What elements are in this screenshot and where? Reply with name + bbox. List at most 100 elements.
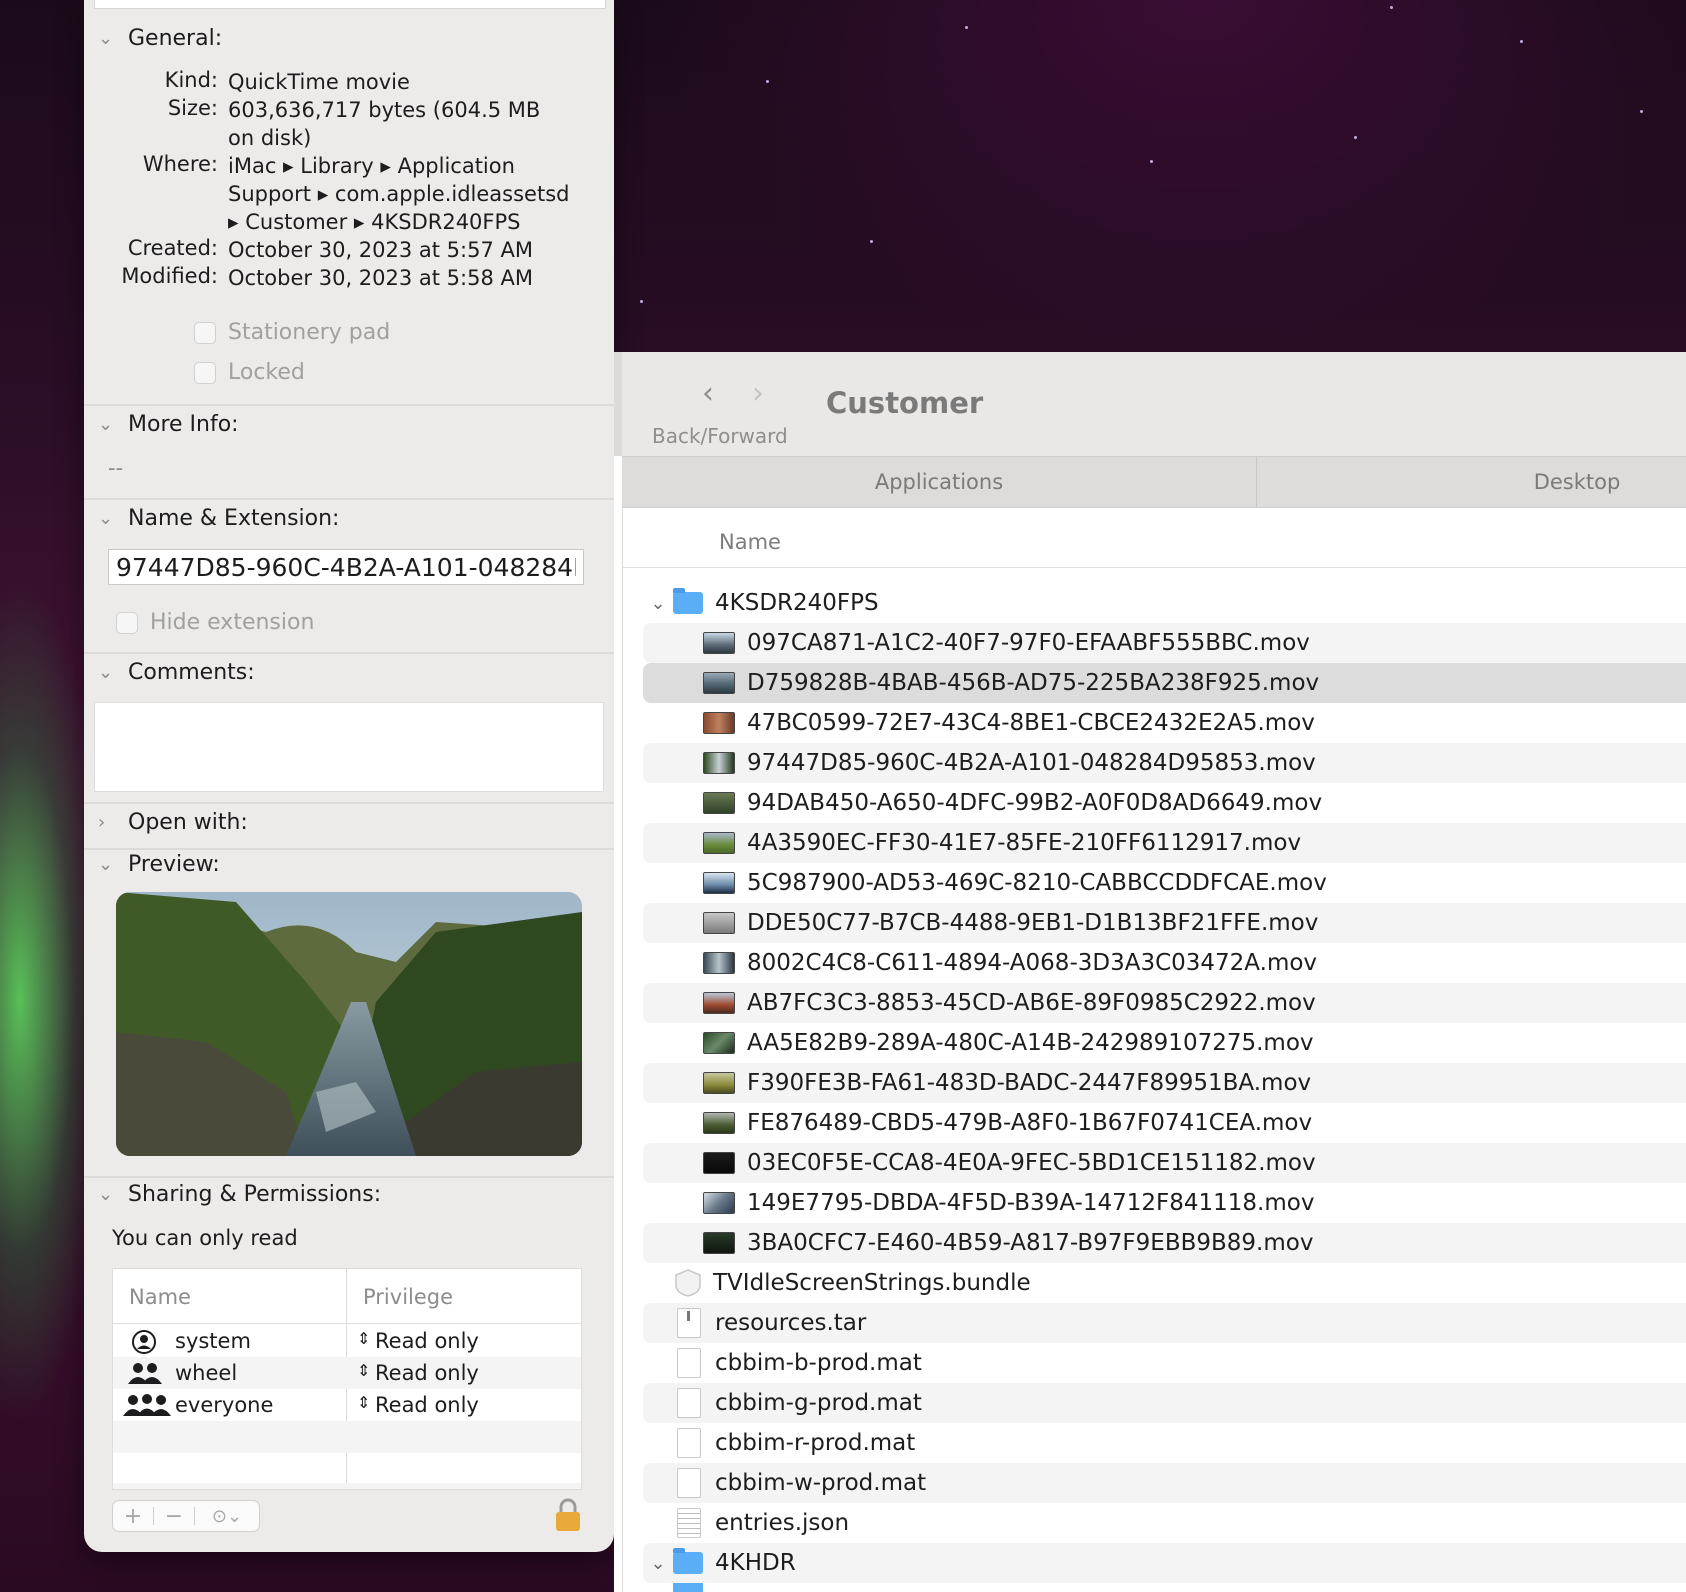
list-item[interactable]: 4A3590EC-FF30-41E7-85FE-210FF6112917.mov (643, 823, 1686, 863)
permission-row-system[interactable]: system ⇕ Read only (113, 1325, 581, 1357)
list-item[interactable]: AB7FC3C3-8853-45CD-AB6E-89F0985C2922.mov (643, 983, 1686, 1023)
video-thumbnail-icon (703, 872, 735, 894)
video-thumbnail-icon (703, 912, 735, 934)
chevron-down-icon: ⌄ (98, 662, 114, 683)
folder-name: 4KHDR (715, 1550, 796, 1576)
section-comments-header[interactable]: ⌄ Comments: (98, 660, 255, 685)
permission-privilege[interactable]: Read only (375, 1393, 479, 1417)
chevron-down-icon: ⌄ (98, 508, 114, 529)
list-item[interactable]: F390FE3B-FA61-483D-BADC-2447F89951BA.mov (643, 1063, 1686, 1103)
section-divider (84, 1176, 614, 1178)
finder-toolbar: ‹ › Back/Forward Customer (614, 352, 1686, 456)
list-item[interactable]: 47BC0599-72E7-43C4-8BE1-CBCE2432E2A5.mov (643, 703, 1686, 743)
permission-privilege[interactable]: Read only (375, 1329, 479, 1353)
list-item[interactable]: cbbim-b-prod.mat (643, 1343, 1686, 1383)
folder-icon (673, 1548, 703, 1574)
bundle-icon (675, 1269, 701, 1297)
tab-applications[interactable]: Applications (622, 457, 1257, 507)
list-item[interactable]: 3BA0CFC7-E460-4B59-A817-B97F9EBB9B89.mov (643, 1223, 1686, 1263)
remove-user-button[interactable]: − (154, 1504, 194, 1529)
video-thumbnail-icon (703, 992, 735, 1014)
back-chevron-icon[interactable]: ‹ (702, 376, 714, 411)
list-item[interactable]: cbbim-r-prod.mat (643, 1423, 1686, 1463)
list-item[interactable]: cbbim-g-prod.mat (643, 1383, 1686, 1423)
list-item-bundle[interactable]: TVIdleScreenStrings.bundle (643, 1263, 1686, 1303)
list-item[interactable]: FE876489-CBD5-479B-A8F0-1B67F0741CEA.mov (643, 1103, 1686, 1143)
permission-empty-row (113, 1483, 581, 1489)
list-item[interactable]: cbbim-w-prod.mat (643, 1463, 1686, 1503)
section-preview-header[interactable]: ⌄ Preview: (98, 852, 220, 877)
forward-chevron-icon[interactable]: › (752, 376, 764, 411)
where-value-line1: iMac ▸ Library ▸ Application (228, 154, 515, 178)
folder-row-4khdr[interactable]: ⌄ 4KHDR (643, 1543, 1686, 1583)
permission-row-everyone[interactable]: everyone ⇕ Read only (113, 1389, 581, 1421)
video-thumbnail-icon (703, 752, 735, 774)
section-general-header[interactable]: ⌄ General: (98, 26, 222, 51)
list-item[interactable]: 94DAB450-A650-4DFC-99B2-A0F0D8AD6649.mov (643, 783, 1686, 823)
star (766, 80, 769, 83)
video-thumbnail-icon (703, 712, 735, 734)
window-title: Customer (826, 386, 984, 420)
list-item-json[interactable]: entries.json (643, 1503, 1686, 1543)
column-privilege-header[interactable]: Privilege (363, 1285, 453, 1309)
header-separator (623, 567, 1686, 568)
permission-user-name: everyone (175, 1393, 274, 1417)
folder-row-4ksdr240fps[interactable]: ⌄ 4KSDR240FPS (643, 583, 1686, 623)
disclosure-expanded-icon[interactable]: ⌄ (643, 1553, 673, 1574)
locked-checkbox[interactable]: Locked (194, 360, 305, 385)
comments-textarea[interactable] (94, 702, 604, 792)
modified-label: Modified: (121, 264, 218, 288)
section-open-with-header[interactable]: › Open with: (98, 810, 248, 835)
zipper-mark (687, 1311, 690, 1321)
more-info-value: -- (108, 456, 124, 480)
action-menu-button[interactable]: ⊙⌄ (195, 1506, 259, 1527)
hide-extension-checkbox[interactable]: Hide extension (116, 610, 314, 635)
stationery-pad-checkbox[interactable]: Stationery pad (194, 320, 390, 345)
tab-desktop[interactable]: Desktop (1257, 457, 1686, 507)
where-value-line2: Support ▸ com.apple.idleassetsd (228, 182, 570, 206)
permissions-table-header: Name Privilege (113, 1269, 581, 1324)
section-sharing-permissions-header[interactable]: ⌄ Sharing & Permissions: (98, 1182, 381, 1207)
list-item[interactable]: 5C987900-AD53-469C-8210-CABBCCDDFCAE.mov (643, 863, 1686, 903)
list-item-archive[interactable]: resources.tar (643, 1303, 1686, 1343)
chevron-down-icon: ⌄ (98, 28, 114, 49)
finder-file-list: Name ⌄ 4KSDR240FPS 097CA871-A1C2-40F7-97… (622, 508, 1686, 1592)
list-item[interactable]: AA5E82B9-289A-480C-A14B-242989107275.mov (643, 1023, 1686, 1063)
star (870, 240, 873, 243)
list-item[interactable]: 8002C4C8-C611-4894-A068-3D3A3C03472A.mov (643, 943, 1686, 983)
section-divider (84, 498, 614, 500)
section-more-info-header[interactable]: ⌄ More Info: (98, 412, 239, 437)
list-item[interactable]: 149E7795-DBDA-4F5D-B39A-14712F841118.mov (643, 1183, 1686, 1223)
permissions-table: Name Privilege system ⇕ Read only wheel … (112, 1268, 582, 1490)
kind-label: Kind: (164, 68, 218, 92)
size-label: Size: (167, 96, 218, 120)
section-divider (84, 652, 614, 654)
name-column-header[interactable]: Name (719, 530, 781, 554)
video-thumbnail-icon (703, 672, 735, 694)
permission-user-name: system (175, 1329, 251, 1353)
star (1520, 40, 1523, 43)
created-value: October 30, 2023 at 5:57 AM (228, 238, 534, 262)
list-item[interactable]: 097CA871-A1C2-40F7-97F0-EFAABF555BBC.mov (643, 623, 1686, 663)
document-icon (677, 1348, 701, 1378)
list-item[interactable]: 97447D85-960C-4B2A-A101-048284D95853.mov (643, 743, 1686, 783)
permission-row-wheel[interactable]: wheel ⇕ Read only (113, 1357, 581, 1389)
file-name-input[interactable] (108, 549, 584, 585)
add-user-button[interactable]: + (113, 1504, 153, 1529)
star (1640, 110, 1643, 113)
video-thumbnail-icon (703, 1032, 735, 1054)
list-item-selected[interactable]: D759828B-4BAB-456B-AD75-225BA238F925.mov (643, 663, 1686, 703)
list-item[interactable]: DDE50C77-B7CB-4488-9EB1-D1B13BF21FFE.mov (643, 903, 1686, 943)
checkbox-box (194, 321, 216, 344)
permission-privilege[interactable]: Read only (375, 1361, 479, 1385)
folder-icon (673, 588, 703, 614)
disclosure-expanded-icon[interactable]: ⌄ (643, 593, 673, 614)
checkbox-box (194, 361, 216, 384)
lock-icon[interactable] (554, 1498, 582, 1532)
chevron-down-icon: ⌄ (98, 414, 114, 435)
section-name-extension-header[interactable]: ⌄ Name & Extension: (98, 506, 339, 531)
video-thumbnail-icon (703, 1072, 735, 1094)
column-name-header[interactable]: Name (129, 1285, 191, 1309)
finder-tab-bar: Applications Desktop (622, 456, 1686, 508)
list-item[interactable]: 03EC0F5E-CCA8-4E0A-9FEC-5BD1CE151182.mov (643, 1143, 1686, 1183)
